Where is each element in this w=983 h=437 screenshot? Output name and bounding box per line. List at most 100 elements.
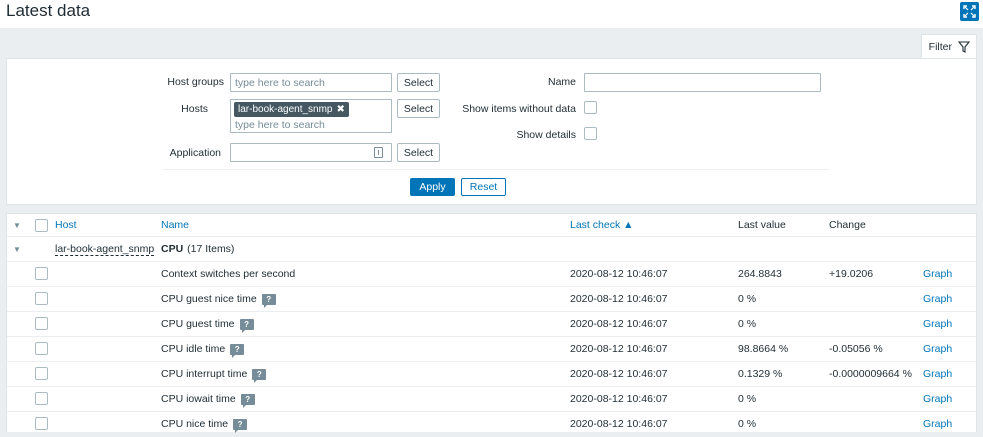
question-icon[interactable]: ? (252, 368, 267, 383)
apply-button[interactable]: Apply (410, 178, 455, 196)
item-name: CPU guest nice time (161, 293, 257, 305)
remove-tag-icon[interactable]: ✖ (337, 104, 345, 115)
group-app-count: (17 Items) (187, 243, 235, 255)
application-picker-icon[interactable] (374, 147, 383, 158)
filter-tab-label: Filter (928, 40, 952, 53)
funnel-icon (958, 40, 970, 53)
item-last-check: 2020-08-12 10:46:07 (570, 368, 668, 380)
application-group-row: ▼ lar-book-agent_snmp CPU (17 Items) (7, 237, 976, 262)
group-host[interactable]: lar-book-agent_snmp (55, 237, 155, 261)
item-last-check: 2020-08-12 10:46:07 (570, 418, 668, 430)
item-name-cell: CPU guest nice time ? (161, 287, 276, 311)
item-name: CPU idle time (161, 343, 226, 355)
filter-panel: Host groups type here to search Select H… (6, 58, 977, 205)
application-select-button[interactable]: Select (397, 143, 440, 162)
item-last-value: 0 % (738, 318, 757, 330)
row-checkbox[interactable] (35, 317, 48, 330)
row-checkbox[interactable] (35, 292, 48, 305)
filter-divider (163, 169, 829, 170)
item-name-cell: CPU nice time ? (161, 412, 248, 436)
column-change: Change (829, 219, 866, 231)
select-all-checkbox[interactable] (35, 219, 48, 232)
graph-link[interactable]: Graph (923, 312, 952, 336)
item-last-check: 2020-08-12 10:46:07 (570, 393, 668, 405)
group-toggle[interactable]: ▼ (13, 237, 21, 261)
fullscreen-icon (963, 5, 976, 18)
graph-link[interactable]: Graph (923, 287, 952, 311)
item-name: CPU guest time (161, 318, 235, 330)
item-last-value: 0 % (738, 293, 757, 305)
item-name-cell: CPU guest time ? (161, 312, 254, 336)
row-checkbox[interactable] (35, 417, 48, 430)
table-row: CPU guest nice time ? 2020-08-12 10:46:0… (7, 287, 976, 312)
question-icon[interactable]: ? (233, 418, 248, 433)
table-row: CPU iowait time ? 2020-08-12 10:46:07 0 … (7, 387, 976, 412)
filter-tab[interactable]: Filter (921, 34, 977, 58)
group-app-name: CPU (161, 243, 184, 255)
question-icon[interactable]: ? (239, 318, 254, 333)
item-last-value: 0.1329 % (738, 368, 783, 380)
item-change: -0.0000009664 % (829, 368, 912, 380)
column-name[interactable]: Name (161, 214, 189, 236)
graph-link[interactable]: Graph (923, 337, 952, 361)
hosts-input[interactable]: lar-book-agent_snmp ✖ type here to searc… (230, 99, 392, 133)
item-change: +19.0206 (829, 268, 874, 280)
host-groups-select-button[interactable]: Select (397, 73, 440, 92)
table-row: CPU nice time ? 2020-08-12 10:46:07 0 % … (7, 412, 976, 437)
question-icon[interactable]: ? (240, 393, 255, 408)
item-last-check: 2020-08-12 10:46:07 (570, 268, 668, 280)
host-tag: lar-book-agent_snmp ✖ (234, 102, 349, 117)
name-input[interactable] (584, 73, 821, 92)
graph-link[interactable]: Graph (923, 262, 952, 286)
item-name-cell: CPU idle time ? (161, 337, 245, 361)
latest-data-table: ▼ Host Name Last check ▲ Last value Chan… (6, 213, 977, 437)
graph-link[interactable]: Graph (923, 387, 952, 411)
question-icon[interactable]: ? (261, 293, 276, 308)
graph-link[interactable]: Graph (923, 412, 952, 436)
item-last-value: 98.8664 % (738, 343, 789, 355)
item-name-cell: CPU iowait time ? (161, 387, 255, 411)
column-last-check[interactable]: Last check ▲ (570, 214, 634, 236)
table-row: CPU guest time ? 2020-08-12 10:46:07 0 %… (7, 312, 976, 337)
reset-button[interactable]: Reset (461, 178, 506, 196)
table-row: Context switches per second 2020-08-12 1… (7, 262, 976, 287)
row-checkbox[interactable] (35, 267, 48, 280)
hosts-select-button[interactable]: Select (397, 99, 440, 118)
host-tag-label: lar-book-agent_snmp (238, 104, 333, 115)
group-host-label: lar-book-agent_snmp (55, 242, 155, 256)
item-last-check: 2020-08-12 10:46:07 (570, 293, 668, 305)
item-change: -0.05056 % (829, 343, 883, 355)
collapse-all-toggle[interactable]: ▼ (13, 214, 21, 236)
application-label: Application (169, 147, 221, 159)
item-last-check: 2020-08-12 10:46:07 (570, 343, 668, 355)
show-items-without-data-label: Show items without data (462, 103, 576, 115)
column-host[interactable]: Host (55, 214, 77, 236)
item-name: CPU nice time (161, 418, 229, 430)
table-row: CPU interrupt time ? 2020-08-12 10:46:07… (7, 362, 976, 387)
host-groups-input[interactable]: type here to search (230, 73, 392, 92)
name-label: Name (547, 76, 576, 88)
application-input[interactable] (230, 143, 392, 162)
table-row: CPU idle time ? 2020-08-12 10:46:07 98.8… (7, 337, 976, 362)
graph-link[interactable]: Graph (923, 362, 952, 386)
item-last-value: 264.8843 (738, 268, 782, 280)
item-last-value: 0 % (738, 393, 757, 405)
item-name: CPU iowait time (161, 393, 236, 405)
question-icon[interactable]: ? (230, 343, 245, 358)
page-header: Latest data (0, 0, 983, 28)
column-last-value: Last value (738, 219, 786, 231)
item-last-check: 2020-08-12 10:46:07 (570, 318, 668, 330)
show-details-checkbox[interactable] (584, 127, 597, 140)
host-groups-label: Host groups (167, 76, 224, 88)
group-application: CPU (17 Items) (161, 237, 234, 261)
page-title: Latest data (6, 1, 91, 20)
show-items-without-data-checkbox[interactable] (584, 101, 597, 114)
item-name-cell: CPU interrupt time ? (161, 362, 267, 386)
hosts-placeholder: type here to search (235, 119, 325, 131)
table-header-row: ▼ Host Name Last check ▲ Last value Chan… (7, 214, 976, 237)
row-checkbox[interactable] (35, 342, 48, 355)
row-checkbox[interactable] (35, 367, 48, 380)
row-checkbox[interactable] (35, 392, 48, 405)
item-last-value: 0 % (738, 418, 757, 430)
fullscreen-button[interactable] (960, 2, 979, 21)
